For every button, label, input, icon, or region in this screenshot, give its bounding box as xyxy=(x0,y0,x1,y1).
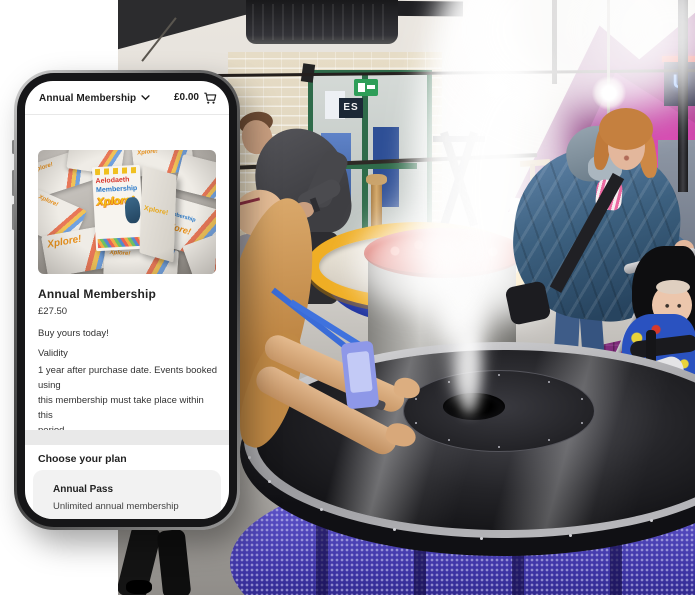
phone-bezel: Annual Membership £0.00 Xplore! Xplore! … xyxy=(17,73,237,527)
ceiling-vent xyxy=(246,0,398,44)
page: U ES xyxy=(0,0,695,595)
product-title: Annual Membership xyxy=(38,287,156,301)
cart-icon xyxy=(203,91,217,105)
cart-button[interactable]: £0.00 xyxy=(174,89,217,106)
black-bag xyxy=(504,280,551,325)
product-tagline: Buy yours today! xyxy=(38,328,109,339)
plan-description: Unlimited annual membership xyxy=(53,501,179,512)
phone-screen: Annual Membership £0.00 Xplore! Xplore! … xyxy=(25,81,229,519)
product-price: £27.50 xyxy=(38,306,67,317)
exit-sign xyxy=(354,79,378,96)
validity-text: 1 year after purchase date. Events booke… xyxy=(38,363,220,438)
lanyard-badge xyxy=(341,341,380,410)
chevron-down-icon xyxy=(141,95,150,101)
product-image: Xplore! Xplore! Xplore! Xplore! Membersh… xyxy=(38,150,216,274)
section-divider xyxy=(25,430,229,445)
product-selector-label: Annual Membership xyxy=(39,93,136,104)
validity-label: Validity xyxy=(38,348,68,359)
cart-total: £0.00 xyxy=(174,92,199,103)
shop-header: Annual Membership £0.00 xyxy=(25,81,229,115)
steam-wisp xyxy=(458,330,480,415)
product-selector[interactable]: Annual Membership xyxy=(39,90,150,106)
door-top-sign: ES xyxy=(339,98,363,118)
plan-card-annual-pass[interactable]: Annual Pass Unlimited annual membership xyxy=(33,470,221,519)
plan-section-heading: Choose your plan xyxy=(38,453,127,465)
plan-name: Annual Pass xyxy=(53,484,113,495)
phone-mockup: Annual Membership £0.00 Xplore! Xplore! … xyxy=(14,70,240,530)
